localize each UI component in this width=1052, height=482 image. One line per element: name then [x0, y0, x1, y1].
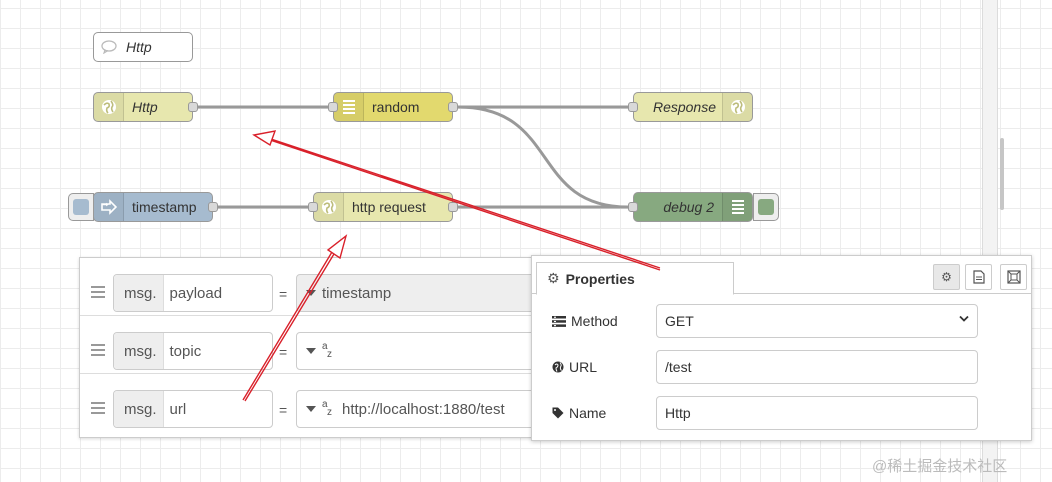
output-port[interactable]	[448, 202, 458, 212]
drag-handle-icon[interactable]	[91, 286, 105, 301]
method-label: Method	[552, 313, 618, 329]
debug-toggle-face	[758, 199, 774, 215]
property-field[interactable]: msg. topic	[113, 332, 273, 370]
wire-random-debug	[457, 105, 629, 209]
value-text: timestamp	[322, 284, 392, 302]
tasks-icon	[552, 315, 566, 327]
method-value: GET	[665, 313, 694, 329]
url-input[interactable]: /test	[656, 350, 978, 384]
comment-icon	[94, 33, 124, 61]
url-row: URL /test	[532, 350, 1031, 386]
node-label: debug 2	[663, 199, 714, 215]
equals-sign: =	[279, 344, 288, 360]
value-field[interactable]: az http://localhost:1880/test	[296, 390, 566, 428]
value-text: http://localhost:1880/test	[342, 400, 505, 418]
node-http-request[interactable]: http request	[308, 192, 458, 222]
node-label: Http	[132, 99, 158, 115]
rule-row-payload: msg. payload = timestamp	[80, 258, 566, 316]
gear-icon: ⚙	[547, 270, 560, 286]
method-row: Method GET	[532, 304, 1031, 340]
node-response[interactable]: Response	[628, 92, 753, 122]
appearance-button[interactable]	[1000, 264, 1027, 290]
chevron-down-icon	[959, 315, 969, 322]
msg-prefix: msg.	[114, 333, 164, 369]
node-http-in[interactable]: Http	[93, 92, 198, 122]
watermark: @稀土掘金技术社区	[872, 458, 1008, 475]
property-field[interactable]: msg. payload	[113, 274, 273, 312]
node-comment[interactable]: Http	[93, 32, 193, 62]
scrollbar-thumb[interactable]	[1000, 138, 1004, 210]
node-label: http request	[352, 199, 426, 215]
document-icon	[972, 270, 985, 284]
property-name: topic	[169, 342, 202, 360]
frame-icon	[1006, 270, 1021, 284]
rule-row-topic: msg. topic = az	[80, 316, 566, 374]
drag-handle-icon[interactable]	[91, 344, 105, 359]
globe-icon	[314, 193, 344, 221]
output-port[interactable]	[208, 202, 218, 212]
property-field[interactable]: msg. url	[113, 390, 273, 428]
node-label: random	[372, 99, 420, 115]
name-value: Http	[665, 405, 691, 421]
properties-header: ⚙ Properties ⚙	[532, 256, 1031, 295]
method-select[interactable]: GET	[656, 304, 978, 338]
description-button[interactable]	[965, 264, 992, 290]
name-input[interactable]: Http	[656, 396, 978, 430]
tab-properties[interactable]: ⚙ Properties	[536, 262, 734, 295]
msg-prefix: msg.	[114, 275, 164, 311]
value-field[interactable]: timestamp	[296, 274, 566, 312]
node-debug[interactable]: debug 2	[628, 192, 753, 222]
globe-icon	[94, 93, 124, 121]
drag-handle-icon[interactable]	[91, 402, 105, 417]
tag-icon	[552, 407, 564, 419]
url-label: URL	[552, 359, 597, 375]
msg-prefix: msg.	[114, 391, 164, 427]
input-port[interactable]	[308, 202, 318, 212]
list-icon	[334, 93, 364, 121]
change-rules-panel: msg. payload = timestamp msg. topic = az…	[79, 257, 566, 438]
inject-trigger-button[interactable]	[68, 193, 94, 221]
name-row: Name Http	[532, 396, 1031, 432]
node-label: Response	[652, 99, 716, 115]
string-az-icon: az	[322, 399, 332, 418]
caret-down-icon[interactable]	[306, 290, 316, 296]
caret-down-icon[interactable]	[306, 348, 316, 354]
arrow-right-icon	[94, 193, 124, 221]
node-random[interactable]: random	[328, 92, 458, 122]
debug-toggle-button[interactable]	[753, 193, 779, 221]
tab-label: Properties	[565, 270, 635, 287]
node-label: timestamp	[132, 199, 197, 215]
rule-row-url: msg. url = az http://localhost:1880/test	[80, 374, 566, 432]
equals-sign: =	[279, 286, 288, 302]
output-port[interactable]	[188, 102, 198, 112]
name-label: Name	[552, 405, 606, 421]
settings-button[interactable]: ⚙	[933, 264, 960, 290]
node-timestamp[interactable]: timestamp	[93, 192, 218, 222]
inject-button-face	[73, 199, 89, 215]
output-port[interactable]	[448, 102, 458, 112]
value-field[interactable]: az	[296, 332, 566, 370]
input-port[interactable]	[628, 102, 638, 112]
input-port[interactable]	[328, 102, 338, 112]
node-label: Http	[126, 39, 152, 55]
caret-down-icon[interactable]	[306, 406, 316, 412]
string-az-icon: az	[322, 341, 332, 360]
property-name: payload	[169, 284, 223, 302]
equals-sign: =	[279, 402, 288, 418]
url-value: /test	[665, 359, 692, 375]
property-name: url	[169, 400, 187, 418]
input-port[interactable]	[628, 202, 638, 212]
list-icon	[722, 193, 752, 221]
properties-panel: ⚙ Properties ⚙ Method GET URL /test Name…	[531, 255, 1032, 441]
globe-icon	[722, 93, 752, 121]
globe-icon	[552, 361, 564, 373]
